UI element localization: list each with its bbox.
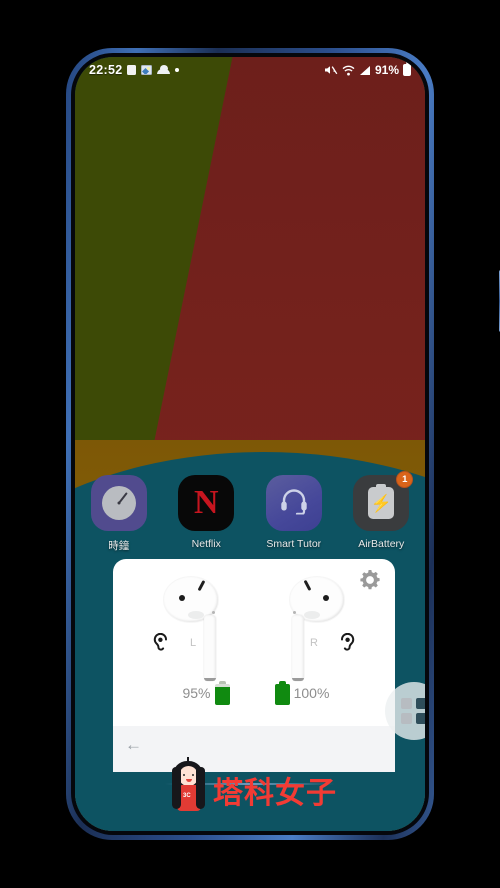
app-clock-icon-wrap[interactable] [90,475,147,531]
grid-cell-1 [401,698,412,709]
airpod-right-battery-shell [274,684,290,705]
clock-dial [101,486,136,520]
photo-icon [141,65,153,75]
airpod-left-battery-percent: 95% [182,685,211,701]
app-clock-label: 時鐘 [108,540,130,552]
grid-cell-4 [416,713,425,724]
status-bar-left: 22:52 [89,63,180,77]
app-airbattery-icon-wrap[interactable]: ⚡ 1 [353,471,414,531]
screenshot-root: 22:52 91% 時鐘 N Netflix Smart Tutor ⚡ 1 A… [0,0,500,888]
avatar-shirt-badge: 3C [183,793,191,799]
watermark: 3C 塔科女子 [167,757,337,813]
airpod-left-battery-icon [214,681,230,705]
phone-bezel-inner: 22:52 91% 時鐘 N Netflix Smart Tutor ⚡ 1 A… [71,53,429,835]
app-smart-tutor[interactable]: Smart Tutor [250,475,338,553]
headset-glyph [279,487,309,520]
app-airbattery-badge: 1 [396,471,414,488]
airpods-illustration: L R [113,577,395,685]
app-netflix-label: Netflix [191,538,221,550]
app-smart-tutor-icon-wrap[interactable] [265,475,322,531]
clock-center [117,501,121,505]
dot-icon [175,68,180,72]
app-airbattery[interactable]: ⚡ 1 AirBattery [338,471,426,553]
grid-cell-3 [401,713,412,724]
app-clock[interactable]: 時鐘 [75,475,163,553]
back-arrow-icon[interactable]: ← [125,736,142,753]
signal-icon [359,65,371,76]
clock-icon[interactable] [90,475,147,531]
phone-screen: 22:52 91% 時鐘 N Netflix Smart Tutor ⚡ 1 A… [75,57,425,831]
airpod-right-battery-fill [274,684,290,705]
airpod-left-notch [188,611,204,619]
airpod-left-battery-shell [214,684,230,705]
mute-icon [324,64,338,76]
airpods-battery-row: 95% 100% [113,675,395,711]
cloud-icon [157,65,171,74]
airpod-left: L [162,577,250,681]
airpod-right-stem [292,615,304,681]
netflix-n-glyph: N [193,484,219,521]
watermark-avatar: 3C [167,757,209,813]
airpod-right-notch [304,611,320,619]
app-netflix-icon-wrap[interactable]: N [178,475,235,531]
airpod-right-battery-percent: 100% [293,685,330,701]
airpod-left-battery-group: 95% [158,681,254,705]
airpod-right-nub [293,611,296,614]
bolt-icon: ⚡ [370,493,392,513]
note-icon [127,65,137,75]
airpod-left-nub [212,611,215,614]
status-bar-right: 91% [324,62,411,77]
airpod-left-side-label: L [190,637,197,649]
battery-cell-shape: ⚡ [368,484,395,519]
grid-shape [401,698,425,724]
airpod-left-stem [204,615,216,681]
avatar-eye-left [183,774,185,776]
app-airbattery-label: AirBattery [358,538,405,550]
battery-icon [403,62,411,76]
avatar-hair-left [172,767,181,809]
airpod-right-side-label: R [310,637,318,649]
airpod-right-battery-group: 100% [254,681,350,705]
avatar-hair-right [196,767,205,809]
avatar-eye-right [192,774,194,776]
airpod-left-battery-fill [214,686,230,705]
headset-icon[interactable] [265,475,322,531]
status-bar[interactable]: 22:52 91% [75,57,425,83]
airpod-right-sensor [323,595,329,601]
airpod-left-sensor [179,595,185,601]
wifi-icon [342,65,355,76]
netflix-icon[interactable]: N [178,475,235,531]
status-time: 22:52 [89,63,123,77]
app-netflix[interactable]: N Netflix [163,475,251,553]
airpod-right: R [258,577,346,681]
watermark-text: 塔科女子 [213,776,337,811]
airbattery-card: L R 95% 100% [113,559,395,726]
airpod-right-battery-icon [274,681,290,705]
airpod-right-column: R [254,577,355,681]
app-smart-tutor-label: Smart Tutor [266,538,322,550]
phone-frame: 22:52 91% 時鐘 N Netflix Smart Tutor ⚡ 1 A… [66,48,500,840]
home-app-row: 時鐘 N Netflix Smart Tutor ⚡ 1 AirBattery [75,471,426,553]
airpod-left-column: L [153,577,254,681]
battery-percent-text: 91% [374,63,399,77]
grid-cell-2 [416,698,425,709]
